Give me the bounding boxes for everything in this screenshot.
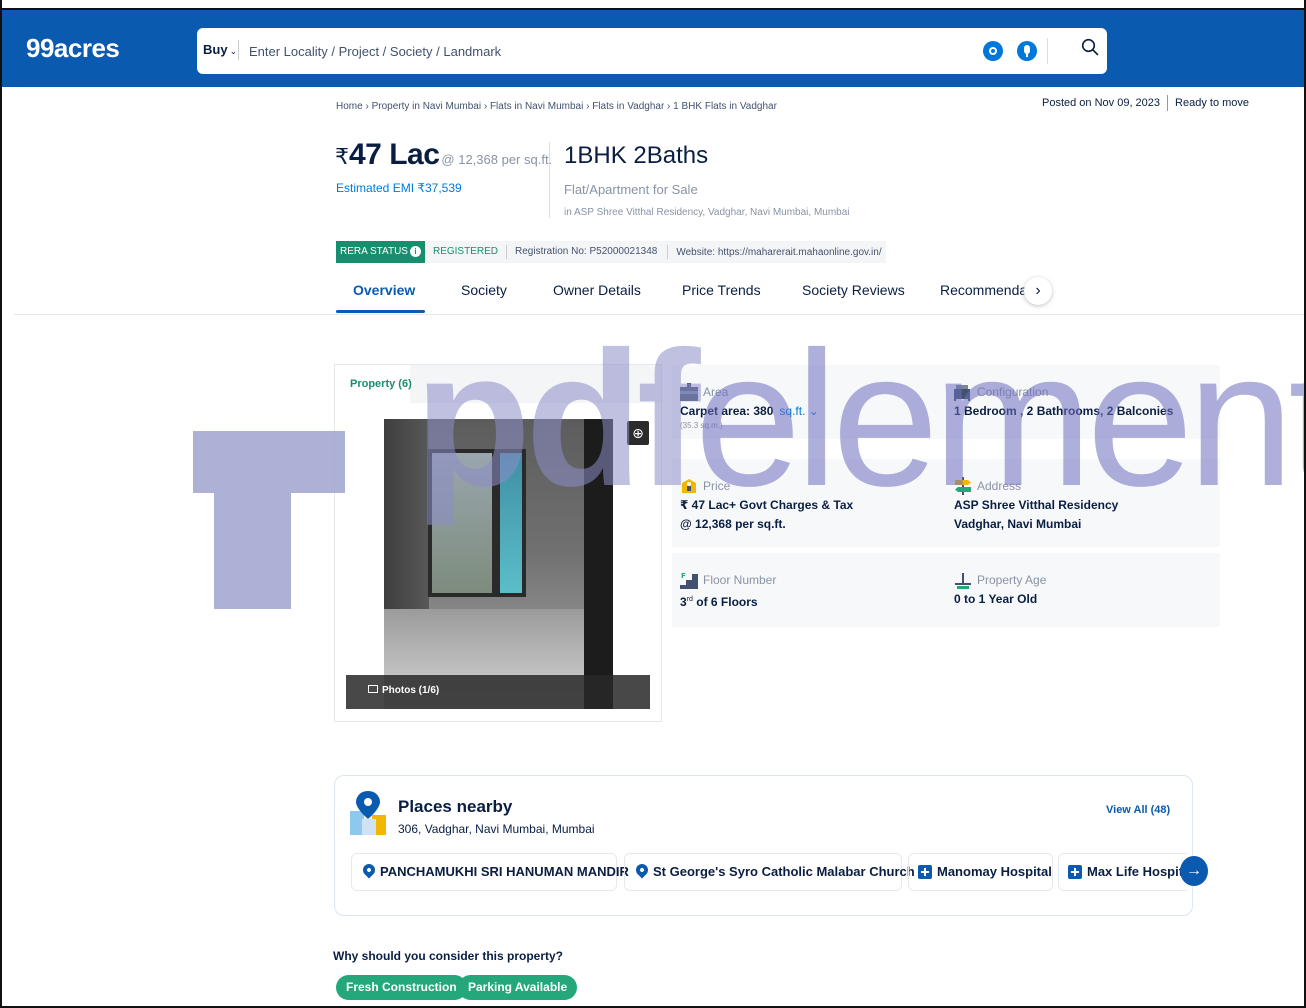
window-frame xyxy=(0,0,1306,1008)
